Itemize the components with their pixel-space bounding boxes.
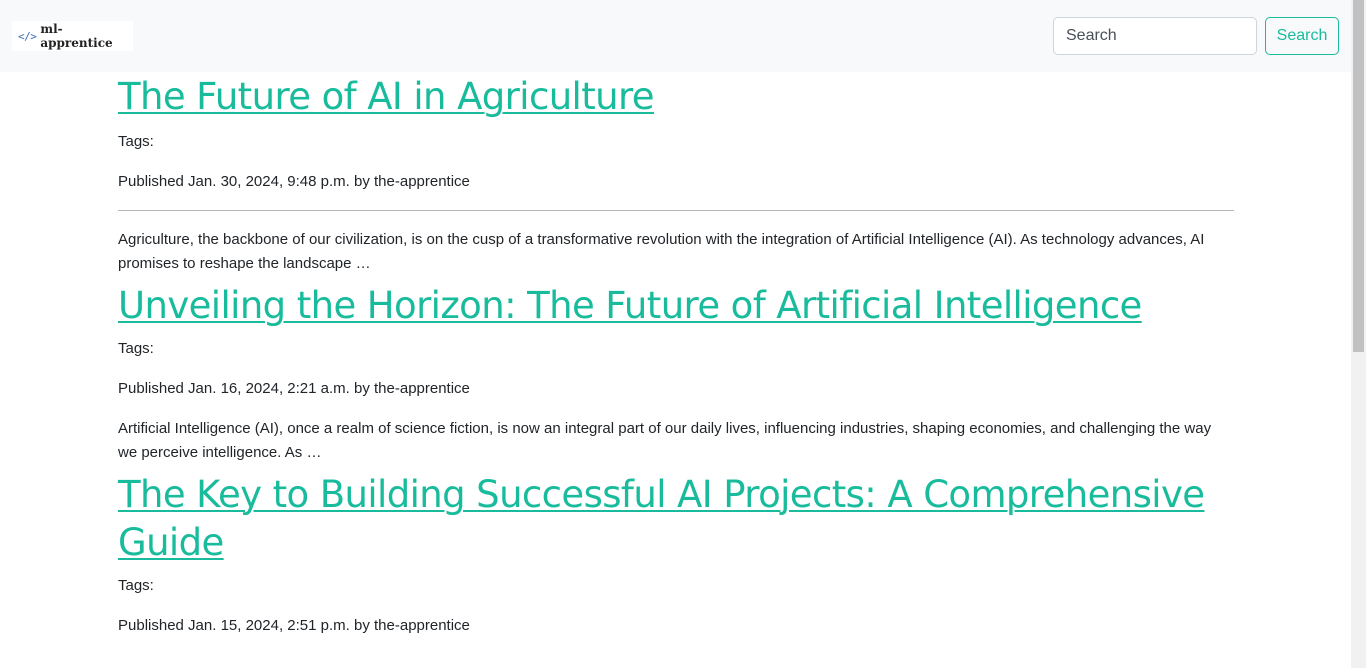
post-excerpt: Artificial Intelligence (AI), once a rea… <box>118 420 1212 461</box>
post-tags-label: Tags: <box>118 340 154 357</box>
post-title-link[interactable]: The Future of AI in Agriculture <box>118 73 1234 121</box>
post-item: The Future of AI in Agriculture Tags: Pu… <box>118 73 1234 276</box>
search-button[interactable]: Search <box>1265 17 1339 55</box>
post-tags-label: Tags: <box>118 577 154 594</box>
post-list: The Future of AI in Agriculture Tags: Pu… <box>118 72 1234 638</box>
code-icon: </> <box>18 29 37 43</box>
post-title-link[interactable]: Unveiling the Horizon: The Future of Art… <box>118 282 1234 330</box>
brand-name: ml-apprentice <box>40 22 113 50</box>
post-item: The Key to Building Successful AI Projec… <box>118 471 1234 638</box>
scrollbar-thumb[interactable] <box>1353 0 1364 352</box>
post-excerpt: Agriculture, the backbone of our civiliz… <box>118 231 1205 272</box>
navbar: </> ml-apprentice Search <box>0 0 1351 72</box>
post-item: Unveiling the Horizon: The Future of Art… <box>118 282 1234 465</box>
post-title-link[interactable]: The Key to Building Successful AI Projec… <box>118 471 1234 567</box>
post-published-info: Published Jan. 30, 2024, 9:48 p.m. by th… <box>118 173 470 190</box>
post-divider <box>118 210 1234 211</box>
post-tags-label: Tags: <box>118 133 154 150</box>
search-input[interactable] <box>1053 17 1257 55</box>
brand-logo-link[interactable]: </> ml-apprentice <box>12 21 133 51</box>
post-published-info: Published Jan. 15, 2024, 2:51 p.m. by th… <box>118 617 470 634</box>
page-scrollbar[interactable] <box>1351 0 1366 668</box>
post-published-info: Published Jan. 16, 2024, 2:21 a.m. by th… <box>118 380 470 397</box>
